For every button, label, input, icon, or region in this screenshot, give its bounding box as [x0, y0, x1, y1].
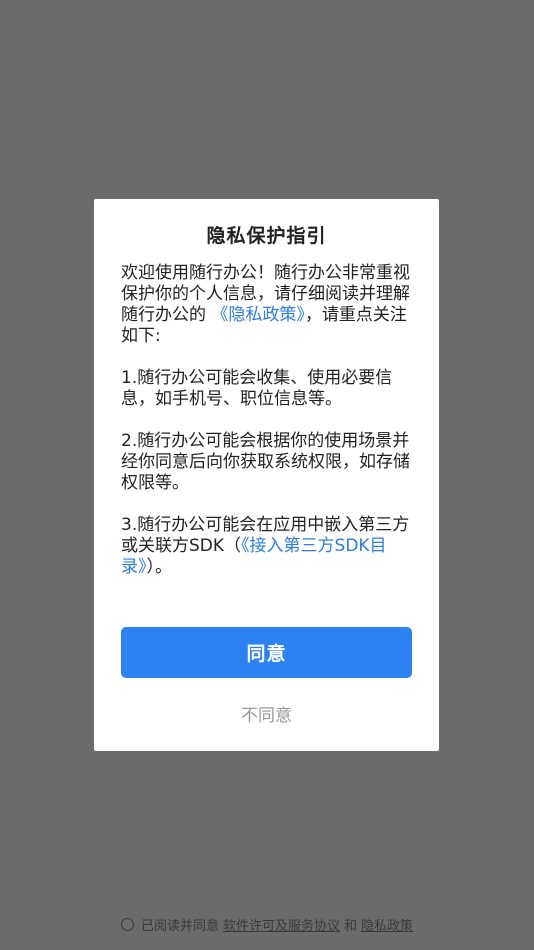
- info-item-3: 3.随行办公可能会在应用中嵌入第三方或关联方SDK（《接入第三方SDK目录》）。: [121, 515, 413, 578]
- footer-privacy-link[interactable]: 隐私政策: [361, 915, 413, 934]
- intro-paragraph: 欢迎使用随行办公！随行办公非常重视保护你的个人信息，请仔细阅读并理解随行办公的 …: [121, 263, 413, 347]
- dialog-body: 欢迎使用随行办公！随行办公非常重视保护你的个人信息，请仔细阅读并理解随行办公的 …: [121, 263, 413, 599]
- dialog-title: 隐私保护指引: [206, 225, 327, 247]
- agree-button[interactable]: 同意: [121, 627, 412, 678]
- disagree-button[interactable]: 不同意: [94, 701, 439, 726]
- info-item-2: 2.随行办公可能会根据你的使用场景并经你同意后向你获取系统权限，如存储权限等。: [121, 431, 410, 493]
- footer-prefix: 已阅读并同意: [140, 919, 219, 934]
- privacy-policy-link[interactable]: 《隐私政策》: [211, 305, 305, 325]
- footer-and: 和: [344, 919, 358, 934]
- agree-radio[interactable]: [120, 918, 134, 931]
- info-item-1: 1.随行办公可能会收集、使用必要信息，如手机号、职位信息等。: [121, 368, 393, 409]
- license-agreement-link[interactable]: 软件许可及服务协议: [223, 915, 340, 934]
- item3-text-2: ）。: [146, 557, 173, 577]
- privacy-dialog: 隐私保护指引 欢迎使用随行办公！随行办公非常重视保护你的个人信息，请仔细阅读并理…: [94, 199, 439, 751]
- agreement-footer: 已阅读并同意 软件许可及服务协议 和 隐私政策: [0, 915, 534, 934]
